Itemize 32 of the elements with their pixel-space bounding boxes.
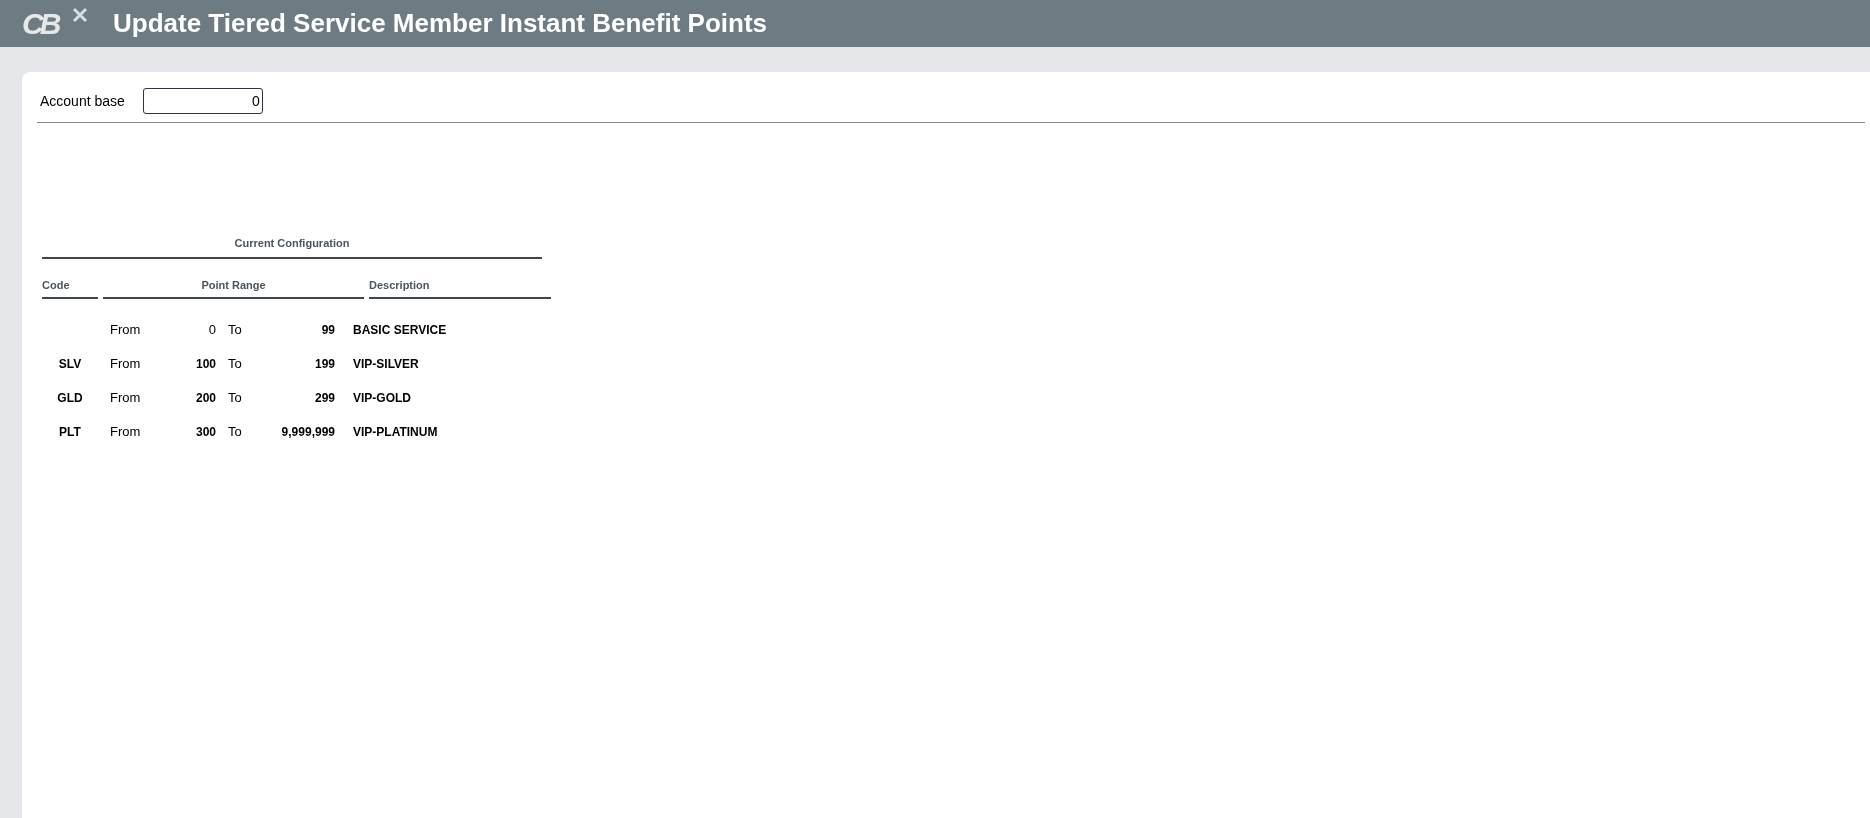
to-value: 99 — [320, 322, 335, 339]
from-value: 300 — [194, 424, 216, 441]
code-cell: SLV — [58, 357, 82, 371]
account-base-field[interactable]: 0 — [142, 88, 263, 114]
from-value: 0 — [207, 321, 216, 340]
from-label: From — [110, 389, 142, 408]
x-mark-icon — [72, 6, 88, 23]
from-label: From — [110, 321, 142, 340]
to-value: 299 — [313, 390, 335, 407]
from-value: 100 — [194, 356, 216, 373]
code-cell: PLT — [59, 425, 81, 439]
to-label: To — [228, 423, 243, 442]
from-label: From — [110, 355, 142, 374]
to-value: 9,999,999 — [280, 424, 335, 441]
column-header: Point Range — [200, 277, 267, 293]
column-header: Description — [369, 277, 431, 293]
to-label: To — [228, 389, 243, 408]
logo: CB — [22, 3, 88, 44]
field-label: Account base — [40, 91, 125, 111]
to-label: To — [228, 355, 243, 374]
description-cell-text: VIP-PLATINUM — [353, 424, 438, 441]
from-value: 200 — [194, 390, 216, 407]
description-cell-text: VIP-GOLD — [353, 390, 411, 407]
to-label: To — [228, 321, 243, 340]
from-label: From — [110, 423, 142, 442]
to-value: 199 — [313, 356, 335, 373]
page-title: Update Tiered Service Member Instant Benefit Points — [113, 7, 768, 40]
code-cell: GLD — [57, 391, 83, 405]
description-cell-text: VIP-SILVER — [353, 356, 419, 373]
column-header: Code — [42, 277, 71, 293]
description-cell-text: BASIC SERVICE — [353, 322, 447, 339]
section-title: Current Configuration — [233, 236, 351, 251]
